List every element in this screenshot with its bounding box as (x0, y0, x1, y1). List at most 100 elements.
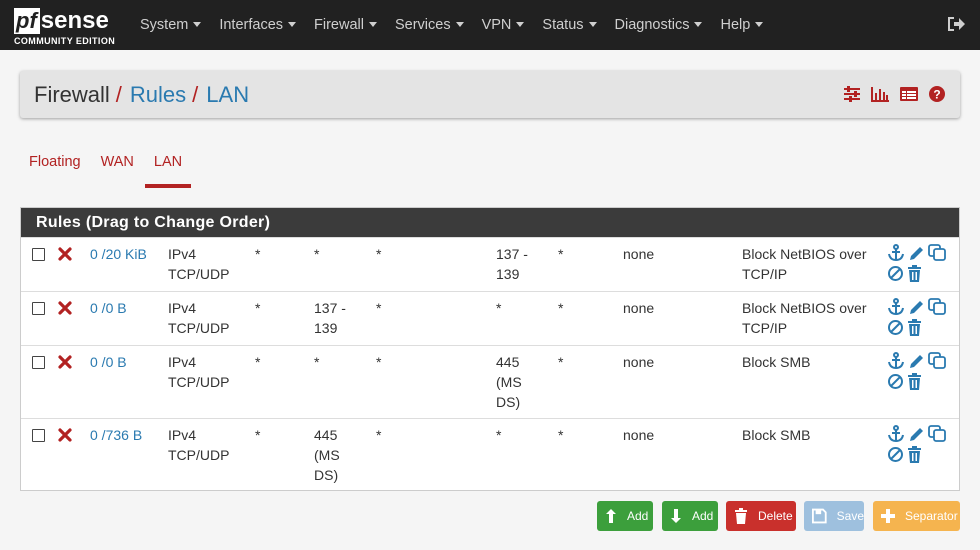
pencil-icon[interactable] (908, 245, 925, 262)
caret-down-icon (755, 22, 764, 27)
anchor-icon[interactable] (887, 244, 905, 262)
anchor-icon[interactable] (887, 425, 905, 443)
nav-firewall[interactable]: Firewall (305, 0, 386, 50)
bar-chart-icon[interactable] (870, 85, 890, 103)
pencil-icon[interactable] (908, 299, 925, 316)
disable-icon[interactable] (887, 319, 904, 336)
source-port-cell-line: 137 - (314, 300, 346, 316)
logout-icon[interactable] (946, 15, 966, 33)
row-actions (887, 424, 949, 464)
dest-port-cell-line: DS) (496, 394, 521, 410)
source-port-cell: 137 - 139 (314, 298, 346, 338)
caret-down-icon (193, 22, 202, 27)
pencil-icon[interactable] (908, 426, 925, 443)
disable-icon[interactable] (887, 373, 904, 390)
protocol-cell-line: TCP/UDP (168, 447, 230, 463)
protocol-cell-line: IPv4 (168, 246, 197, 262)
tab-lan[interactable]: LAN (144, 140, 192, 188)
dest-port-cell-line: 445 (496, 354, 520, 370)
gateway-cell: * (558, 354, 564, 370)
table-row[interactable]: 0 /0 B IPv4 TCP/UDP * * * 445 (MS DS) * none Block … (21, 345, 959, 418)
nav-help[interactable]: Help (711, 0, 772, 50)
add-rule-bottom-button[interactable]: Add (662, 501, 718, 531)
table-row[interactable]: 0 /20 KiB IPv4 TCP/UDP * * * 137 - 139 * none Bloc… (21, 237, 959, 291)
sliders-icon[interactable] (843, 85, 861, 103)
states-link[interactable]: 0 /0 B (90, 298, 127, 318)
source-port-cell-line: * (314, 246, 320, 262)
log-table-icon[interactable] (899, 85, 919, 103)
table-row[interactable]: 0 /736 B IPv4 TCP/UDP * 445 (MS DS) * * * none Bloc… (21, 418, 959, 491)
copy-icon[interactable] (928, 352, 947, 370)
trash-icon[interactable] (907, 264, 922, 282)
nav-diagnostics[interactable]: Diagnostics (606, 0, 712, 50)
caret-down-icon (455, 22, 464, 27)
pfsense-logo[interactable]: pf sense COMMUNITY EDITION (14, 6, 122, 46)
svg-text:?: ? (933, 88, 940, 102)
trash-icon[interactable] (907, 445, 922, 463)
save-button[interactable]: Save (804, 501, 864, 531)
disable-icon[interactable] (887, 446, 904, 463)
queue-cell: none (623, 354, 655, 370)
source-cell: * (255, 300, 261, 316)
queue-cell: none (623, 427, 655, 443)
protocol-cell-line: TCP/UDP (168, 320, 230, 336)
tab-wan[interactable]: WAN (92, 140, 143, 188)
description-cell-line: Block NetBIOS over (742, 246, 867, 262)
row-select-checkbox[interactable] (32, 356, 45, 369)
logo-pf-text: pf (14, 8, 40, 34)
states-link[interactable]: 0 /20 KiB (90, 244, 147, 264)
arrow-down-icon (671, 509, 681, 523)
copy-icon[interactable] (928, 244, 947, 262)
copy-icon[interactable] (928, 298, 947, 316)
source-port-cell: * (314, 244, 319, 264)
breadcrumb-shortcuts: ? (843, 85, 946, 103)
caret-down-icon (694, 22, 703, 27)
source-port-cell-line: (MS (314, 447, 340, 463)
dest-port-cell: 445 (MS DS) (496, 352, 522, 412)
nav-interfaces[interactable]: Interfaces (210, 0, 305, 50)
tab-floating[interactable]: Floating (20, 140, 90, 188)
copy-icon[interactable] (928, 425, 947, 443)
states-link[interactable]: 0 /0 B (90, 352, 127, 372)
table-row[interactable]: 0 /0 B IPv4 TCP/UDP * 137 - 139 * * * none Block N… (21, 291, 959, 345)
row-select-checkbox[interactable] (32, 302, 45, 315)
row-select-checkbox[interactable] (32, 248, 45, 261)
description-cell-line: TCP/IP (742, 266, 788, 282)
description-cell: Block SMB (742, 352, 882, 372)
add-rule-top-button[interactable]: Add (597, 501, 653, 531)
description-cell: Block NetBIOS over TCP/IP (742, 244, 882, 284)
breadcrumb-panel: Firewall / Rules / LAN ? (20, 71, 960, 118)
trash-icon[interactable] (907, 372, 922, 390)
nav-system[interactable]: System (131, 0, 210, 50)
nav-vpn[interactable]: VPN (473, 0, 534, 50)
anchor-icon[interactable] (887, 352, 905, 370)
source-cell: * (255, 427, 261, 443)
description-cell: Block SMB (742, 425, 882, 445)
states-link[interactable]: 0 /736 B (90, 425, 142, 445)
destination-cell: * (376, 427, 382, 443)
block-x-icon[interactable] (58, 354, 72, 374)
nav-status[interactable]: Status (533, 0, 605, 50)
block-x-icon[interactable] (58, 300, 72, 320)
row-actions (887, 243, 949, 283)
description-cell-line: Block SMB (742, 427, 811, 443)
trash-icon[interactable] (907, 318, 922, 336)
disable-icon[interactable] (887, 265, 904, 282)
block-x-icon[interactable] (58, 246, 72, 266)
description-cell-line: Block NetBIOS over (742, 300, 867, 316)
help-icon[interactable]: ? (928, 85, 946, 103)
dest-port-cell: 137 - 139 (496, 244, 528, 284)
source-port-cell-line: 139 (314, 320, 338, 336)
breadcrumb-lan[interactable]: LAN (206, 82, 249, 107)
description-cell-line: TCP/IP (742, 320, 788, 336)
pencil-icon[interactable] (908, 353, 925, 370)
main-menu: System Interfaces Firewall Services VPN … (131, 0, 772, 50)
nav-services[interactable]: Services (386, 0, 473, 50)
delete-button[interactable]: Delete (726, 501, 796, 531)
breadcrumb-rules[interactable]: Rules (130, 82, 186, 107)
block-x-icon[interactable] (58, 427, 72, 447)
protocol-cell-line: IPv4 (168, 354, 197, 370)
anchor-icon[interactable] (887, 298, 905, 316)
row-select-checkbox[interactable] (32, 429, 45, 442)
add-separator-button[interactable]: Separator (873, 501, 960, 531)
